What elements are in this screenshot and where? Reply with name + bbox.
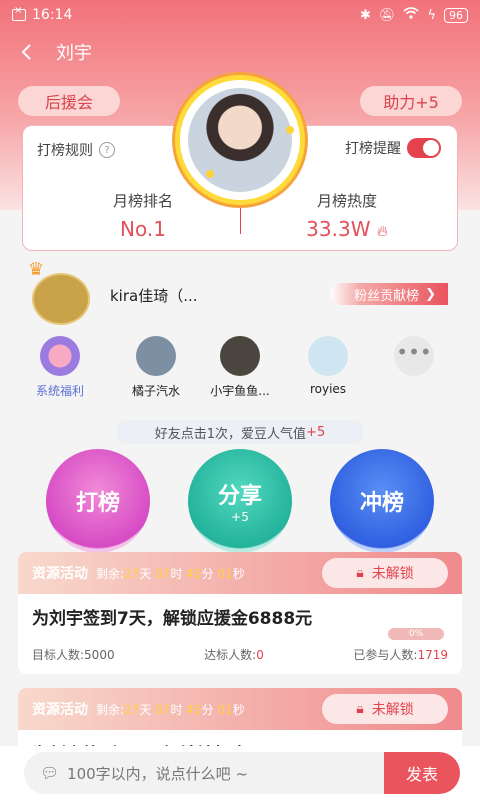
fan-avatar: [136, 336, 176, 376]
send-button[interactable]: 发表: [384, 752, 460, 794]
vote-label: 打榜: [75, 491, 120, 516]
fan-item[interactable]: 小宇鱼鱼...: [198, 336, 282, 399]
unlock-button[interactable]: 🔒︎ 未解锁: [322, 558, 448, 588]
page-title: 刘宇: [56, 43, 92, 64]
fan-avatar: [40, 336, 80, 376]
fan-name: 橘子汽水: [131, 384, 180, 398]
top-fan-avatar: ♛: [28, 259, 94, 325]
nav-bar: 刘宇: [0, 32, 480, 72]
comment-placeholder: 100字以内，说点什么吧 ~: [67, 764, 249, 783]
activity-progress: 0%: [388, 628, 444, 640]
ranking-rules-link[interactable]: 打榜规则 ?: [37, 140, 115, 160]
target-count: 目标人数:5000: [32, 648, 115, 662]
back-button[interactable]: [12, 37, 42, 67]
comment-bar: 💬︎ 100字以内，说点什么吧 ~ 发表: [0, 746, 480, 800]
more-icon: •••: [394, 336, 434, 376]
sim-icon: [12, 5, 26, 21]
share-bonus: +5: [231, 510, 249, 524]
share-button[interactable]: 分享 +5: [188, 449, 292, 553]
stat-divider: [240, 198, 241, 234]
fan-avatar: [308, 336, 348, 376]
monthly-heat-value: 33.3W: [306, 217, 371, 241]
fan-contribution-label: 粉丝贡献榜: [354, 288, 420, 304]
mute-icon: 🔕︎: [378, 7, 396, 23]
more-fans-button[interactable]: •••: [372, 336, 456, 376]
idol-avatar[interactable]: [180, 80, 300, 200]
fan-item[interactable]: 系统福利: [18, 336, 102, 399]
fan-contribution-button[interactable]: 粉丝贡献榜 ❯: [330, 283, 448, 305]
idol-photo: [188, 88, 292, 192]
rush-button[interactable]: 冲榜: [330, 449, 434, 553]
status-time: 16:14: [32, 7, 73, 23]
reached-count: 达标人数:0: [204, 648, 264, 662]
comment-input[interactable]: 💬︎ 100字以内，说点什么吧 ~: [24, 752, 384, 794]
fan-item[interactable]: 橘子汽水: [114, 336, 198, 399]
unlock-label: 未解锁: [371, 566, 414, 582]
monthly-rank: 月榜排名 No.1: [43, 190, 243, 241]
wifi-icon: [403, 7, 419, 23]
sparkle-icon: [286, 126, 294, 134]
chat-icon: 💬︎: [40, 764, 60, 782]
top-fan-row[interactable]: ♛ kira佳琦（... 粉丝贡献榜 ❯: [28, 259, 452, 325]
activity-countdown: 剩余:27天 07时 45分 01秒: [96, 566, 245, 581]
flame-icon: 🔥︎: [376, 222, 388, 240]
share-tip: 好友点击1次，爱豆人气值 +5: [116, 420, 364, 444]
activity-label: 资源活动: [32, 566, 88, 582]
lock-icon: 🔒︎: [356, 701, 364, 717]
battery-indicator: 96: [444, 7, 468, 23]
ranking-reminder: 打榜提醒: [345, 138, 441, 158]
activity-countdown: 剩余:27天 07时 45分 01秒: [96, 702, 245, 717]
monthly-heat-value-wrap: 33.3W 🔥︎: [247, 217, 447, 241]
fan-name: royies: [309, 382, 347, 396]
share-tip-plus: +5: [306, 424, 326, 440]
ranking-reminder-toggle[interactable]: [407, 138, 441, 158]
ranking-rules-label: 打榜规则: [37, 143, 93, 159]
vote-button[interactable]: 打榜: [46, 449, 150, 553]
back-arrow-icon: [21, 44, 31, 60]
monthly-rank-value: No.1: [120, 217, 166, 241]
fan-avatar: [220, 336, 260, 376]
activity-meta: 目标人数:5000 达标人数:0 已参与人数:1719: [32, 646, 448, 663]
sparkle-icon: [206, 170, 214, 178]
joined-count: 已参与人数:1719: [353, 648, 448, 662]
unlock-label: 未解锁: [371, 702, 414, 718]
status-bar: 16:14 ✱ 🔕︎ ϟ 96: [0, 0, 480, 30]
rush-label: 冲榜: [359, 491, 404, 516]
bluetooth-icon: ✱: [360, 7, 371, 23]
unlock-button[interactable]: 🔒︎ 未解锁: [322, 694, 448, 724]
top-fan-photo: [32, 273, 90, 325]
share-label: 分享: [217, 484, 262, 509]
question-icon: ?: [99, 142, 115, 158]
fan-name: 系统福利: [35, 384, 84, 398]
lock-icon: 🔒︎: [356, 565, 364, 581]
monthly-heat: 月榜热度 33.3W 🔥︎: [247, 190, 447, 241]
crown-icon: ♛: [28, 259, 45, 280]
activity-label: 资源活动: [32, 702, 88, 718]
share-tip-text: 好友点击1次，爱豆人气值: [154, 426, 307, 442]
boost-button[interactable]: 助力+5: [360, 86, 462, 116]
activity-card[interactable]: 资源活动 剩余:27天 07时 45分 01秒 🔒︎ 未解锁 为刘宇签到7天，解…: [18, 552, 462, 674]
fan-item[interactable]: royies: [286, 336, 370, 396]
fan-name: 小宇鱼鱼...: [210, 384, 270, 398]
charging-icon: ϟ: [427, 7, 436, 23]
support-club-button[interactable]: 后援会: [18, 86, 120, 116]
chevron-right-icon: ❯: [425, 286, 436, 302]
monthly-heat-label: 月榜热度: [316, 192, 377, 210]
fans-list: 系统福利 橘子汽水 小宇鱼鱼... royies •••: [18, 336, 462, 402]
ranking-reminder-label: 打榜提醒: [345, 141, 401, 157]
top-fan-name: kira佳琦（...: [110, 287, 198, 305]
